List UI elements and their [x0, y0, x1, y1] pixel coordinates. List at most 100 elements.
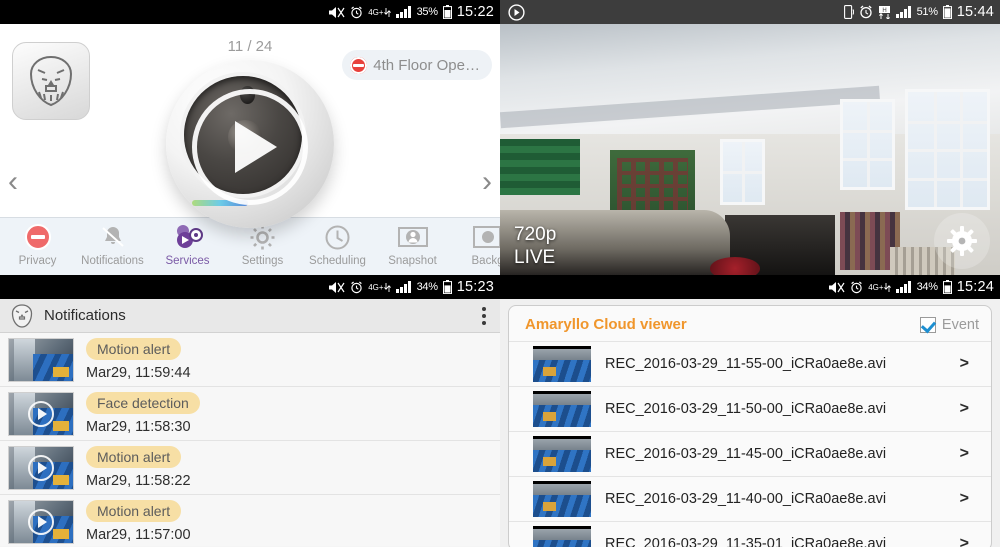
live-video-stream[interactable]: 720p LIVE [500, 24, 1000, 275]
status-badge: Face detection [86, 392, 200, 414]
status-badge: Motion alert [86, 446, 182, 468]
stream-status-badge: 720p LIVE [514, 223, 556, 269]
clock-label: 15:24 [956, 279, 994, 295]
recording-filename: REC_2016-03-29_11-40-00_iCRa0ae8e.avi [605, 491, 887, 507]
battery-icon [442, 5, 452, 19]
data-transfer-icon: H [878, 5, 891, 19]
toolbar-item-notifications[interactable]: Notifications [75, 222, 150, 267]
cloud-viewer-card: Amaryllo Cloud viewer Event REC_2016-03-… [508, 305, 992, 547]
flower-arrangement [710, 257, 760, 275]
event-filter-label: Event [941, 316, 979, 333]
toolbar-label-notifications: Notifications [81, 255, 144, 267]
event-filter-checkbox[interactable]: Event [919, 316, 979, 333]
checkbox-icon[interactable] [919, 316, 936, 333]
notification-thumbnail[interactable] [8, 337, 74, 382]
recording-filename: REC_2016-03-29_11-45-00_iCRa0ae8e.avi [605, 446, 887, 462]
mute-icon [328, 6, 345, 19]
live-settings-button[interactable] [934, 213, 990, 269]
mute-icon [328, 281, 345, 294]
toolbar-item-privacy[interactable]: Privacy [0, 222, 75, 267]
recording-thumbnail[interactable] [533, 391, 591, 427]
toolbar-item-scheduling[interactable]: Scheduling [300, 222, 375, 267]
notification-time: Mar29, 11:57:00 [86, 527, 191, 543]
overflow-menu-icon[interactable] [478, 303, 490, 329]
status-badge: Motion alert [86, 338, 182, 360]
chevron-right-icon[interactable]: > [960, 355, 977, 373]
notification-thumbnail[interactable] [8, 391, 74, 436]
list-item[interactable]: Motion alert Mar29, 11:58:22 [0, 441, 500, 495]
network-type-label: 4G+ [868, 282, 884, 292]
list-item[interactable]: REC_2016-03-29_11-55-00_iCRa0ae8e.avi > [509, 341, 991, 386]
play-icon [235, 121, 277, 174]
battery-label: 34% [916, 281, 938, 293]
mute-icon [828, 281, 845, 294]
clock-label: 15:23 [456, 279, 494, 295]
notifications-header: Notifications [0, 299, 500, 333]
network-type-label: 4G+ [368, 7, 384, 17]
play-button[interactable] [192, 89, 308, 206]
window-right [905, 89, 990, 210]
list-item[interactable]: Motion alert Mar29, 11:57:00 [0, 495, 500, 546]
toolbar-item-snapshot[interactable]: Snapshot [375, 222, 450, 267]
alarm-icon [350, 6, 363, 19]
status-bar-device: 4G+ 35% 15:22 [0, 0, 500, 24]
list-item[interactable]: Face detection Mar29, 11:58:30 [0, 387, 500, 441]
camera-body-icon [166, 60, 334, 228]
list-item[interactable]: Motion alert Mar29, 11:59:44 [0, 333, 500, 387]
toolbar-item-services[interactable]: Services [150, 222, 225, 267]
recordings-list[interactable]: REC_2016-03-29_11-55-00_iCRa0ae8e.avi > … [509, 341, 991, 547]
resolution-label: 720p [514, 224, 557, 245]
device-carousel-body: 11 / 24 4th Floor Ope… ‹ › [0, 24, 500, 228]
notification-thumbnail[interactable] [8, 499, 74, 544]
toolbar-label-snapshot: Snapshot [388, 255, 437, 267]
toolbar-item-background[interactable]: Backg [450, 222, 500, 267]
recording-thumbnail[interactable] [533, 346, 591, 382]
green-stairs [500, 139, 580, 195]
tiger-logo-icon [10, 303, 34, 329]
recording-thumbnail[interactable] [533, 436, 591, 472]
toolbar-item-settings[interactable]: Settings [225, 222, 300, 267]
page-title: Notifications [44, 307, 126, 324]
recording-filename: REC_2016-03-29_11-50-00_iCRa0ae8e.avi [605, 401, 887, 417]
play-icon[interactable] [28, 508, 54, 535]
signal-icon [895, 6, 912, 18]
recording-indicator-icon [508, 3, 525, 21]
cloud-viewer-pane: 4G+ 34% 15:24 Amaryllo Cloud viewer Even… [500, 275, 1000, 547]
play-icon[interactable] [28, 454, 54, 481]
chevron-right-icon[interactable]: > [960, 490, 977, 508]
battery-icon [942, 280, 952, 294]
chevron-right-icon[interactable]: > [960, 400, 977, 418]
toolbar-label-scheduling: Scheduling [309, 255, 366, 267]
live-view-pane: H 51% 15:44 720p LIVE [500, 0, 1000, 275]
recording-filename: REC_2016-03-29_11-35-01_iCRa0ae8e.avi [605, 536, 887, 547]
camera-image[interactable] [0, 60, 500, 228]
notification-time: Mar29, 11:59:44 [86, 365, 191, 381]
chevron-right-icon[interactable]: > [960, 445, 977, 463]
chevron-right-icon[interactable]: > [960, 535, 977, 547]
alarm-icon [850, 281, 863, 294]
list-item[interactable]: REC_2016-03-29_11-35-01_iCRa0ae8e.avi > [509, 521, 991, 547]
device-carousel-pane: 4G+ 35% 15:22 11 / 24 4th Floor Ope… ‹ ›… [0, 0, 500, 275]
battery-label: 35% [416, 6, 438, 18]
recording-thumbnail[interactable] [533, 481, 591, 517]
status-bar-cloud: 4G+ 34% 15:24 [500, 275, 1000, 299]
network-type-icon: 4G+ [868, 282, 891, 292]
list-item[interactable]: REC_2016-03-29_11-40-00_iCRa0ae8e.avi > [509, 476, 991, 521]
network-type-icon: 4G+ [368, 7, 391, 17]
battery-icon [942, 5, 952, 19]
battery-label: 34% [416, 281, 438, 293]
recording-filename: REC_2016-03-29_11-55-00_iCRa0ae8e.avi [605, 356, 887, 372]
signal-icon [395, 281, 412, 293]
play-icon[interactable] [28, 400, 54, 427]
recording-thumbnail[interactable] [533, 526, 591, 547]
list-item[interactable]: REC_2016-03-29_11-50-00_iCRa0ae8e.avi > [509, 386, 991, 431]
notifications-list[interactable]: Motion alert Mar29, 11:59:44 Face detect… [0, 333, 500, 546]
next-device-arrow[interactable]: › [482, 167, 492, 197]
prev-device-arrow[interactable]: ‹ [8, 167, 18, 197]
notification-thumbnail[interactable] [8, 445, 74, 490]
battery-label: 51% [916, 6, 938, 18]
list-item[interactable]: REC_2016-03-29_11-45-00_iCRa0ae8e.avi > [509, 431, 991, 476]
status-badge: Motion alert [86, 500, 182, 522]
notification-time: Mar29, 11:58:22 [86, 473, 191, 489]
screenshot-root: 4G+ 35% 15:22 11 / 24 4th Floor Ope… ‹ ›… [0, 0, 1000, 547]
